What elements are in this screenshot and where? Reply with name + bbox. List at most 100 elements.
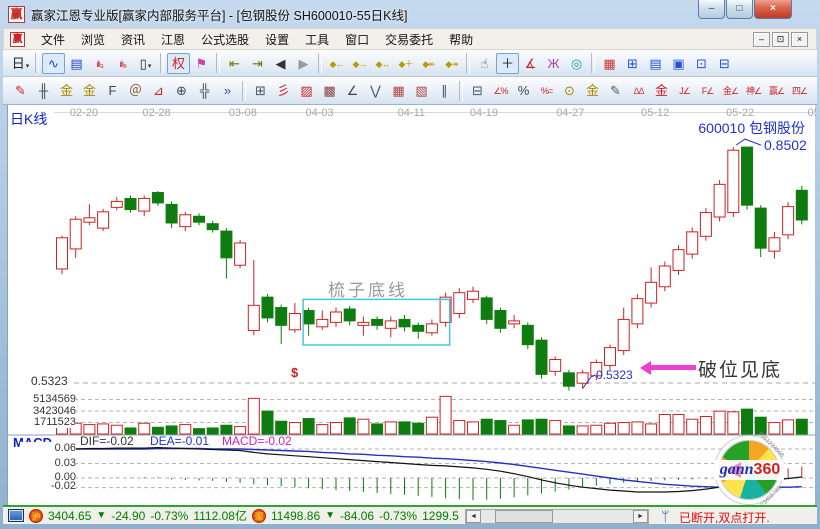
calculator-icon[interactable]: ⊞ xyxy=(621,53,644,74)
scroll-left-button[interactable]: ◄ xyxy=(466,510,481,523)
box-tool-icon[interactable]: ⊞ xyxy=(249,80,272,101)
golden-grid-icon[interactable]: 金 xyxy=(55,80,78,101)
next-page-icon[interactable]: ▶ xyxy=(292,53,315,74)
double-top-icon[interactable]: ΔΔ xyxy=(627,80,650,101)
candle-style-icon[interactable]: ▯▾ xyxy=(134,53,157,74)
volume-bar xyxy=(783,420,794,434)
notepad-icon[interactable]: ▤ xyxy=(644,53,667,74)
diamond-left-icon[interactable]: ◆← xyxy=(325,53,348,74)
screenshot-icon[interactable]: ⊡ xyxy=(690,53,713,74)
save-icon[interactable]: ▣ xyxy=(667,53,690,74)
crosshair-tool-icon[interactable]: ＋ xyxy=(496,53,519,74)
diamond-in-icon[interactable]: ◆↞ xyxy=(417,53,440,74)
golden-lines-icon[interactable]: 金 xyxy=(581,80,604,101)
v-wave-icon[interactable]: ⋁ xyxy=(364,80,387,101)
ying-angle-icon[interactable]: 赢∠ xyxy=(765,80,788,101)
app-window: 赢 赢家江恩专业版[赢家内部服务平台] - [包钢股份 SH600010-55日… xyxy=(0,0,820,529)
time-circle-icon[interactable]: ⊕ xyxy=(170,80,193,101)
grid-red-2-icon[interactable]: ▧ xyxy=(410,80,433,101)
menu-item-1[interactable]: 浏览 xyxy=(73,28,113,51)
angle-line-icon[interactable]: ∠ xyxy=(341,80,364,101)
menu-item-3[interactable]: 江恩 xyxy=(153,28,193,51)
minimize-button[interactable]: – xyxy=(698,0,725,19)
menu-item-6[interactable]: 工具 xyxy=(297,28,337,51)
menu-item-4[interactable]: 公式选股 xyxy=(193,28,257,51)
x-tick-label: 04-03 xyxy=(305,107,333,119)
j-angle-icon[interactable]: J∠ xyxy=(673,80,696,101)
scrollbar-thumb[interactable] xyxy=(495,510,553,523)
connection-status-text[interactable]: 已断开,双点打开. xyxy=(679,509,770,526)
spiral-icon[interactable]: ＠ xyxy=(124,80,147,101)
angle-tool-icon[interactable]: ∡ xyxy=(519,53,542,74)
parallel-lines-icon[interactable]: ∥ xyxy=(433,80,456,101)
ray-fan-icon[interactable]: 彡 xyxy=(272,80,295,101)
golden-red-icon[interactable]: 金 xyxy=(650,80,673,101)
fan-shape-icon[interactable]: ▨ xyxy=(295,80,318,101)
kline-3-icon[interactable]: ılı₃ xyxy=(88,53,111,74)
last-page-icon[interactable]: ⇥ xyxy=(246,53,269,74)
menu-item-0[interactable]: 文件 xyxy=(33,28,73,51)
marker-pen-icon[interactable]: ✎ xyxy=(604,80,627,101)
menu-item-2[interactable]: 资讯 xyxy=(113,28,153,51)
candle-body xyxy=(536,340,547,374)
kline-9-icon[interactable]: ılı₉ xyxy=(111,53,134,74)
menu-item-8[interactable]: 交易委托 xyxy=(377,28,441,51)
golden-circle-icon[interactable]: ⊙ xyxy=(558,80,581,101)
f-angle-icon[interactable]: F∠ xyxy=(696,80,719,101)
diamond-right-icon[interactable]: ◆→ xyxy=(348,53,371,74)
close-button[interactable]: × xyxy=(754,0,792,19)
gold-angle-icon[interactable]: 金∠ xyxy=(719,80,742,101)
candle-body xyxy=(289,313,300,329)
square-rays-icon[interactable]: ▩ xyxy=(318,80,341,101)
gann-grid-icon[interactable]: ╫ xyxy=(32,80,55,101)
color-volume-icon[interactable]: ⚑ xyxy=(190,53,213,74)
diamond-out-icon[interactable]: ◆↠ xyxy=(440,53,463,74)
calendar-icon[interactable]: ▦ xyxy=(598,53,621,74)
fuquan-icon[interactable]: 权 xyxy=(167,53,190,74)
quote-table-icon[interactable] xyxy=(8,509,24,522)
si-angle-icon[interactable]: 四∠ xyxy=(788,80,811,101)
diamond-add-icon[interactable]: ◆＋ xyxy=(394,53,417,74)
candle-body xyxy=(426,324,437,333)
chanlun-icon[interactable]: ◎ xyxy=(565,53,588,74)
percent-line-icon[interactable]: %= xyxy=(535,80,558,101)
quote-board-icon[interactable]: ▤ xyxy=(65,53,88,74)
volume-bar xyxy=(221,425,232,434)
menu-item-7[interactable]: 窗口 xyxy=(337,28,377,51)
menu-item-9[interactable]: 帮助 xyxy=(441,28,481,51)
horizontal-scrollbar[interactable]: ◄ ► xyxy=(465,509,649,524)
ratio-box-icon[interactable]: ⊟ xyxy=(466,80,489,101)
hand-tool-icon[interactable]: ☝ xyxy=(473,53,496,74)
prev-page-icon[interactable]: ◀ xyxy=(269,53,292,74)
chart-area[interactable]: 02-2002-2803-0804-0304-1104-1904-2705-12… xyxy=(7,105,815,505)
grid-red-icon[interactable]: ▦ xyxy=(387,80,410,101)
scroll-right-button[interactable]: ► xyxy=(633,510,648,523)
shen-angle-icon[interactable]: 神∠ xyxy=(742,80,765,101)
volume-bar xyxy=(509,425,520,434)
dense-grid-icon[interactable]: ╬ xyxy=(193,80,216,101)
first-page-icon[interactable]: ⇤ xyxy=(223,53,246,74)
more-tools-icon[interactable]: » xyxy=(216,80,239,101)
candle-body xyxy=(194,216,205,222)
menu-item-5[interactable]: 设置 xyxy=(257,28,297,51)
mdi-restore-button[interactable]: ⊡ xyxy=(772,32,789,47)
f-grid-icon[interactable]: F xyxy=(101,80,124,101)
golden-box-icon[interactable]: 金 xyxy=(78,80,101,101)
angle-pen-icon[interactable]: ⊿ xyxy=(147,80,170,101)
volume-bar xyxy=(358,419,369,434)
trend-wave-icon[interactable]: ∿ xyxy=(42,53,65,74)
percent-icon[interactable]: % xyxy=(512,80,535,101)
period-daily-icon[interactable]: 日▾ xyxy=(9,53,32,74)
maximize-button[interactable]: □ xyxy=(726,0,753,19)
candle-body xyxy=(152,193,163,203)
print-icon[interactable]: ⊟ xyxy=(713,53,736,74)
z-percent-icon[interactable]: ∠% xyxy=(489,80,512,101)
volume-bar xyxy=(618,423,629,434)
candle-body xyxy=(57,238,68,269)
gann-flower-icon[interactable]: Ж xyxy=(542,53,565,74)
down-arrow-icon: ▼ xyxy=(325,510,335,521)
mdi-close-button[interactable]: × xyxy=(791,32,808,47)
draw-pen-icon[interactable]: ✎ xyxy=(9,80,32,101)
mdi-minimize-button[interactable]: – xyxy=(753,32,770,47)
diamond-expand-icon[interactable]: ◆↔ xyxy=(371,53,394,74)
